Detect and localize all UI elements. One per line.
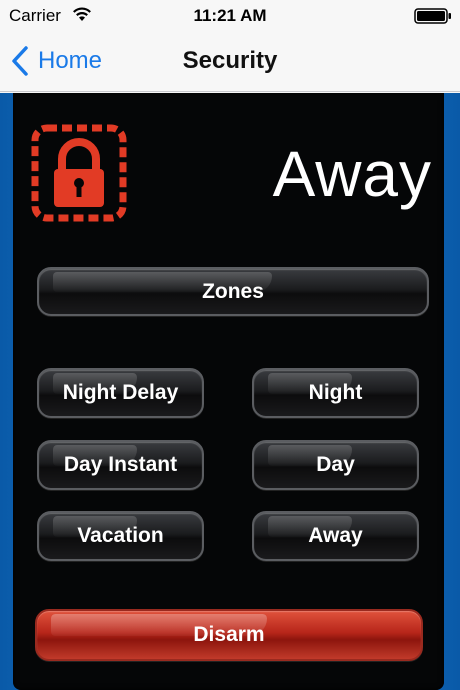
zones-button[interactable]: Zones bbox=[37, 267, 429, 316]
night-label: Night bbox=[308, 381, 363, 404]
night-delay-label: Night Delay bbox=[62, 381, 179, 404]
zones-button-label: Zones bbox=[202, 279, 264, 303]
day-label: Day bbox=[316, 453, 355, 476]
vacation-button[interactable]: Vacation bbox=[37, 511, 204, 561]
day-instant-label: Day Instant bbox=[63, 453, 178, 476]
lock-icon bbox=[31, 124, 127, 222]
status-bar: Carrier 11:21 AM bbox=[0, 0, 460, 32]
page-title: Security bbox=[182, 47, 278, 74]
battery-icon bbox=[414, 8, 451, 24]
away-button[interactable]: Away bbox=[252, 511, 419, 561]
night-button[interactable]: Night bbox=[252, 368, 419, 418]
security-screen: Away Zones Night Delay Night Day Instant… bbox=[0, 93, 460, 690]
night-delay-button[interactable]: Night Delay bbox=[37, 368, 204, 418]
navigation-bar: Home Security bbox=[0, 32, 460, 92]
disarm-button[interactable]: Disarm bbox=[35, 609, 423, 661]
status-time: 11:21 AM bbox=[193, 6, 267, 25]
away-label: Away bbox=[308, 524, 363, 547]
day-button[interactable]: Day bbox=[252, 440, 419, 490]
vacation-label: Vacation bbox=[77, 524, 164, 547]
security-panel: Away Zones Night Delay Night Day Instant… bbox=[13, 93, 444, 690]
security-mode-status: Away bbox=[272, 138, 432, 210]
disarm-label: Disarm bbox=[193, 623, 265, 646]
day-instant-button[interactable]: Day Instant bbox=[37, 440, 204, 490]
